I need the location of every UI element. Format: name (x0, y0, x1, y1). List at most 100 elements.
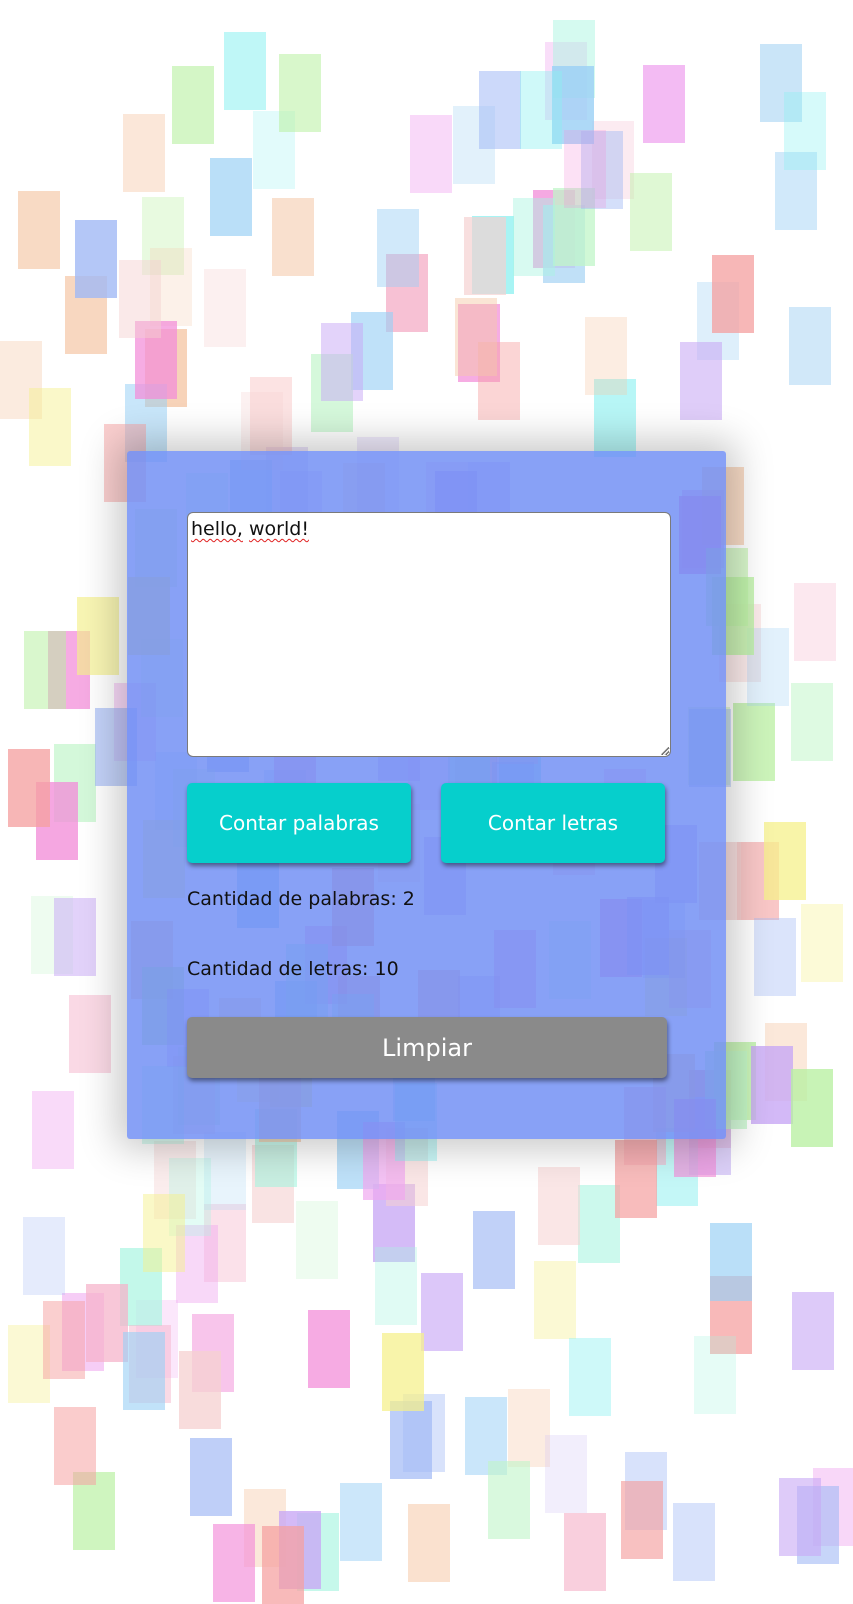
confetti-rect (710, 1276, 752, 1354)
confetti-rect (123, 1332, 165, 1410)
confetti-rect (765, 1023, 807, 1101)
confetti-rect (375, 1247, 417, 1325)
confetti-rect (77, 597, 119, 675)
confetti-rect (373, 1184, 415, 1262)
confetti-rect (0, 341, 42, 419)
confetti-rect (43, 1301, 85, 1379)
confetti-rect (710, 1223, 752, 1301)
confetti-rect (797, 1486, 839, 1564)
confetti-rect (453, 106, 495, 184)
word-count-result: Cantidad de palabras: 2 (187, 888, 415, 910)
confetti-rect (54, 1407, 96, 1485)
confetti-rect (545, 1435, 587, 1513)
confetti-rect (410, 115, 452, 193)
confetti-rect (154, 1141, 196, 1219)
confetti-rect (630, 173, 672, 251)
confetti-rect (73, 1472, 115, 1550)
confetti-rect (553, 188, 595, 266)
confetti-rect (340, 1483, 382, 1561)
confetti-rect (172, 66, 214, 144)
counter-card: hello, world! Contar palabras Contar let… (127, 451, 726, 1139)
confetti-rect (791, 683, 833, 761)
confetti-rect (120, 1248, 162, 1326)
confetti-rect (297, 1513, 339, 1591)
confetti-rect (176, 1225, 218, 1303)
confetti-rect (8, 1325, 50, 1403)
confetti-rect (8, 749, 50, 827)
confetti-rect (169, 1158, 211, 1236)
confetti-rect (488, 1461, 530, 1539)
confetti-rect (552, 66, 594, 144)
confetti-rect (643, 65, 685, 143)
confetti-rect (534, 1261, 576, 1339)
confetti-rect (129, 1325, 171, 1403)
confetti-rect (801, 904, 843, 982)
confetti-rect (377, 209, 419, 287)
confetti-rect (533, 190, 575, 268)
confetti-rect (464, 217, 506, 295)
confetti-rect (472, 216, 514, 294)
confetti-rect (190, 1438, 232, 1516)
confetti-rect (733, 703, 775, 781)
confetti-rect (54, 744, 96, 822)
count-words-button[interactable]: Contar palabras (187, 783, 411, 863)
confetti-rect (253, 111, 295, 189)
clear-button[interactable]: Limpiar (187, 1017, 667, 1078)
letter-count-result: Cantidad de letras: 10 (187, 958, 399, 980)
confetti-rect (508, 1389, 550, 1467)
confetti-rect (680, 342, 722, 420)
confetti-rect (179, 1351, 221, 1429)
confetti-rect (615, 1140, 657, 1218)
confetti-rect (244, 1489, 286, 1567)
confetti-rect (24, 631, 66, 709)
confetti-rect (321, 323, 363, 401)
confetti-rect (479, 71, 521, 149)
confetti-rect (813, 1468, 853, 1546)
confetti-rect (473, 1211, 515, 1289)
confetti-rect (204, 1204, 246, 1282)
confetti-rect (23, 1217, 65, 1295)
confetti-rect (311, 354, 353, 432)
confetti-rect (578, 1185, 620, 1263)
confetti-rect (792, 1292, 834, 1370)
confetti-rect (754, 918, 796, 996)
confetti-rect (308, 1310, 350, 1388)
confetti-rect (54, 898, 96, 976)
count-letters-button[interactable]: Contar letras (441, 783, 665, 863)
confetti-rect (62, 1293, 104, 1371)
confetti-rect (386, 254, 428, 332)
confetti-rect (36, 782, 78, 860)
confetti-rect (712, 255, 754, 333)
confetti-rect (143, 1194, 185, 1272)
confetti-rect (86, 1284, 128, 1362)
confetti-rect (784, 92, 826, 170)
confetti-rect (543, 205, 585, 283)
confetti-rect (553, 20, 595, 98)
resize-handle-icon[interactable] (661, 747, 669, 755)
confetti-rect (145, 329, 187, 407)
text-input[interactable]: hello, world! (187, 512, 671, 757)
confetti-rect (421, 1273, 463, 1351)
confetti-rect (513, 198, 555, 276)
confetti-rect (751, 1046, 793, 1124)
confetti-rect (697, 282, 739, 360)
confetti-rect (656, 1128, 698, 1206)
confetti-rect (621, 1481, 663, 1559)
confetti-rect (520, 71, 562, 149)
confetti-rect (204, 1132, 246, 1210)
confetti-rect (625, 1452, 667, 1530)
confetti-rect (764, 822, 806, 900)
confetti-rect (69, 995, 111, 1073)
confetti-rect (791, 1069, 833, 1147)
confetti-rect (538, 1167, 580, 1245)
confetti-rect (262, 1526, 304, 1604)
confetti-rect (382, 1333, 424, 1411)
confetti-rect (150, 248, 192, 326)
confetti-rect (224, 32, 266, 110)
confetti-rect (569, 1338, 611, 1416)
confetti-rect (747, 628, 789, 706)
confetti-rect (204, 269, 246, 347)
confetti-rect (142, 197, 184, 275)
confetti-rect (213, 1524, 255, 1602)
confetti-rect (18, 191, 60, 269)
